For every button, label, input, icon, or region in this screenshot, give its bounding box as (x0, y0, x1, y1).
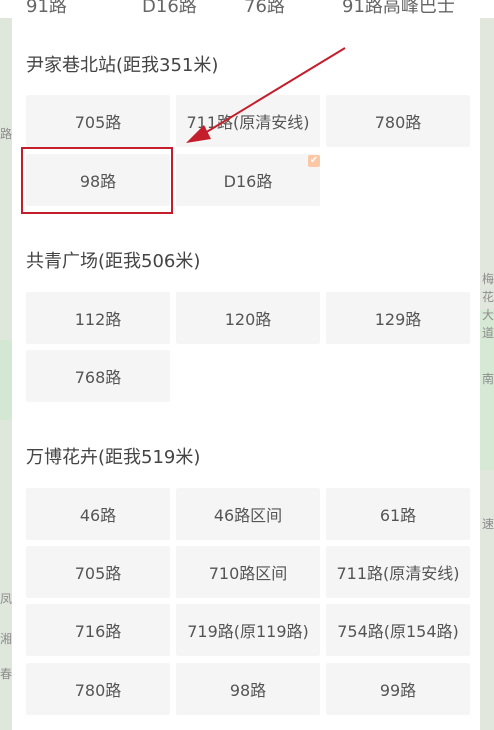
route-chip-61[interactable]: 61路 (326, 488, 470, 540)
route-chip-98[interactable]: 98路 (176, 663, 320, 715)
route-chip-129[interactable]: 129路 (326, 292, 470, 344)
route-chip-46-express[interactable]: 46路区间 (176, 488, 320, 540)
top-route-item[interactable]: 91路 (26, 0, 67, 18)
route-chip-719[interactable]: 719路(原119路) (176, 604, 320, 656)
map-label: 道 (482, 326, 494, 340)
route-chip-98[interactable]: 98路 (26, 154, 170, 206)
route-chip-711[interactable]: 711路(原清安线) (326, 546, 470, 598)
route-chip-112[interactable]: 112路 (26, 292, 170, 344)
nearby-stations-panel: 尹家巷北站(距我351米) 705路 711路(原清安线) 780路 98路 D… (12, 18, 480, 730)
route-chip-711[interactable]: 711路(原清安线) (176, 95, 320, 147)
map-label: 路 (0, 127, 13, 141)
route-chip-120[interactable]: 120路 (176, 292, 320, 344)
route-chip-716[interactable]: 716路 (26, 604, 170, 656)
route-chip-705[interactable]: 705路 (26, 546, 170, 598)
route-chip-d16[interactable]: D16路 (176, 154, 320, 206)
map-label: 凤 (0, 592, 13, 606)
map-label: 大 (482, 308, 494, 322)
route-chip-754[interactable]: 754路(原154路) (326, 604, 470, 656)
map-label: 速 (482, 517, 494, 531)
station-title: 共青广场(距我506米) (26, 251, 201, 272)
route-chip-705[interactable]: 705路 (26, 95, 170, 147)
top-route-item[interactable]: 91路高峰巴士 (342, 0, 455, 18)
route-chip-780[interactable]: 780路 (26, 663, 170, 715)
route-chip-768[interactable]: 768路 (26, 350, 170, 402)
map-park-left (0, 340, 12, 420)
route-chip-710-express[interactable]: 710路区间 (176, 546, 320, 598)
route-chip-99[interactable]: 99路 (326, 663, 470, 715)
map-label: 春 (0, 667, 13, 681)
map-label: 花 (482, 290, 494, 304)
station-title: 尹家巷北站(距我351米) (26, 55, 219, 76)
map-label: 湘 (0, 632, 13, 646)
route-chip-780[interactable]: 780路 (326, 95, 470, 147)
top-route-item[interactable]: 76路 (244, 0, 285, 18)
map-label: 梅 (482, 272, 494, 286)
station-title: 万博花卉(距我519米) (26, 447, 201, 468)
map-label: 南 (482, 372, 494, 386)
favorite-check-icon: ✔ (308, 155, 320, 167)
top-route-item[interactable]: D16路 (142, 0, 197, 18)
route-chip-46[interactable]: 46路 (26, 488, 170, 540)
top-route-strip: 91路 D16路 76路 91路高峰巴士 (0, 0, 494, 18)
